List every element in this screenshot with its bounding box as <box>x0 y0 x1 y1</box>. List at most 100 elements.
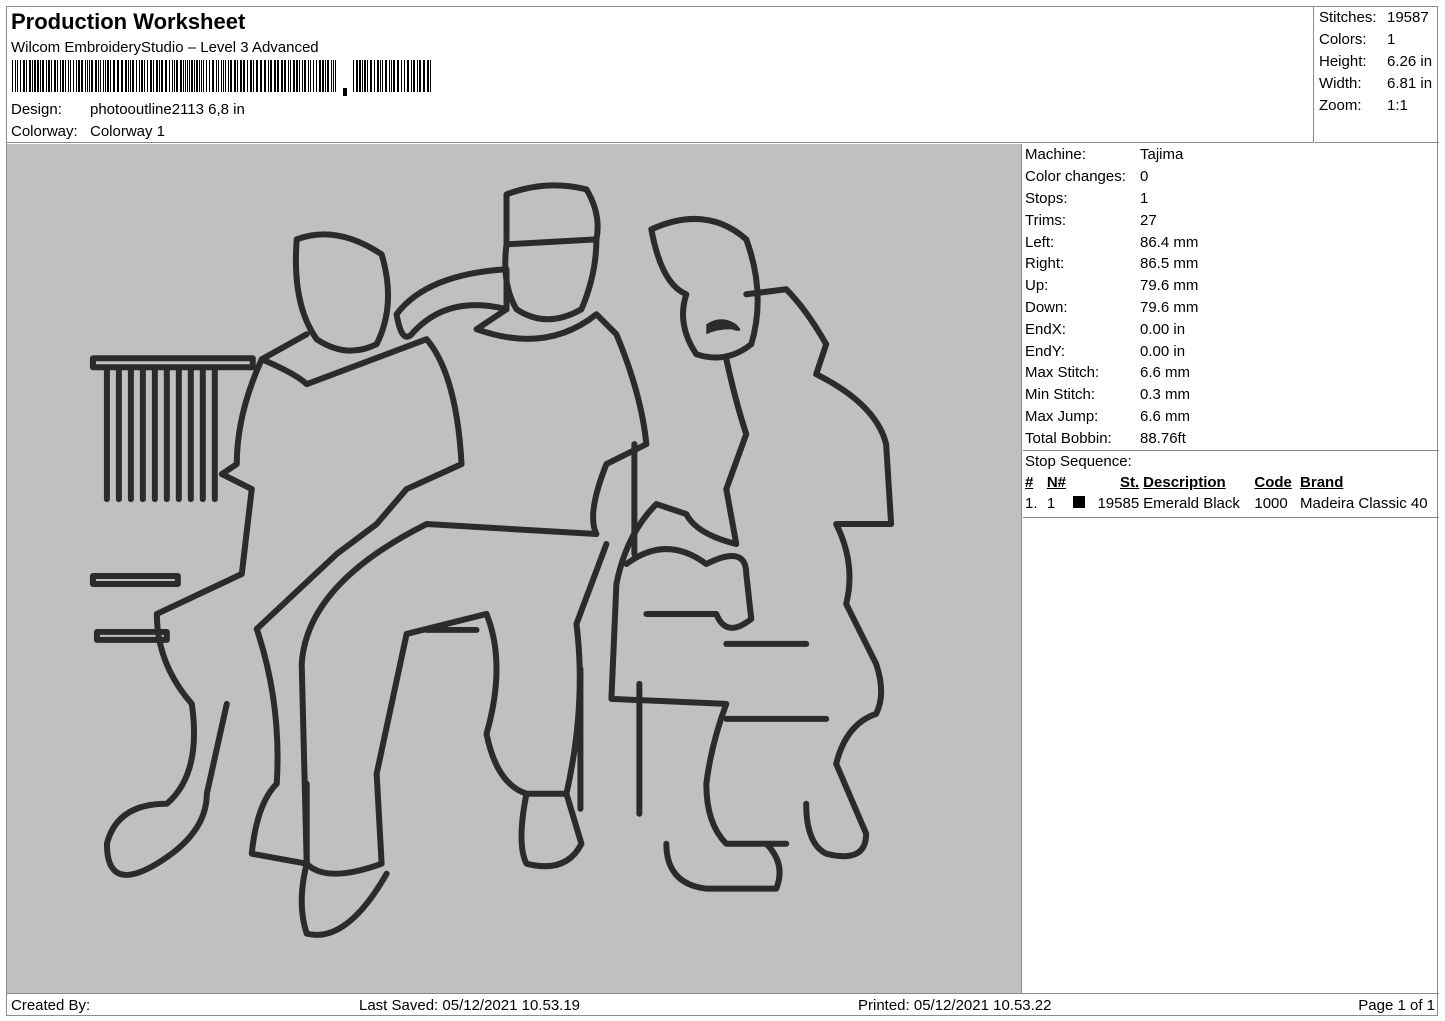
stitch-count: 19585 <box>1097 495 1140 513</box>
center-man-head <box>502 236 600 323</box>
thread-brand: Madeira Classic 40 <box>1300 495 1428 513</box>
barcode-comma <box>343 88 347 96</box>
color-swatch <box>1072 496 1085 509</box>
barcode-bar <box>130 60 131 92</box>
barcode-bar <box>212 60 214 92</box>
barcode-bar <box>153 60 154 92</box>
barcode-bar <box>78 60 80 92</box>
design-stats: Stitches: 19587 Colors: 1 Height: 6.26 in W… <box>1315 7 1439 143</box>
barcode-bar <box>110 60 111 92</box>
barcode-bar <box>364 60 366 92</box>
barcode-bar <box>141 60 143 92</box>
barcode-bar <box>313 60 314 92</box>
barcode-bar <box>367 60 368 92</box>
barcode-bar <box>196 60 198 92</box>
info-row: EndY: 0.00 in <box>1025 340 1439 362</box>
info-value: 79.6 mm <box>1140 277 1199 295</box>
barcode-bar <box>335 60 336 92</box>
stat-row: Height: 6.26 in <box>1319 51 1439 73</box>
barcode-bar <box>15 60 16 92</box>
barcode-bar <box>234 60 236 92</box>
barcode-bar <box>48 60 50 92</box>
page-title: Production Worksheet <box>11 9 246 34</box>
left-man-head <box>292 231 392 354</box>
thread-code: 1000 <box>1254 495 1288 513</box>
barcode-bar <box>89 60 90 92</box>
right-man-body <box>743 286 895 860</box>
barcode-bar <box>201 60 202 92</box>
barcode-bar <box>159 60 160 92</box>
barcode-bar <box>260 60 262 92</box>
info-label: Right: <box>1025 255 1065 273</box>
barcode-bar <box>180 60 182 92</box>
barcode-bar <box>288 60 289 92</box>
stat-value: 6.81 in <box>1387 74 1433 92</box>
right-man-shoe <box>663 840 783 892</box>
stat-row: Stitches: 19587 <box>1319 7 1439 29</box>
barcode-bar <box>333 60 334 92</box>
barcode-bar <box>156 60 158 92</box>
info-row: Stops: 1 <box>1025 188 1439 210</box>
info-label: Left: <box>1025 233 1055 251</box>
worksheet-header: Production Worksheet Wilcom EmbroiderySt… <box>7 7 1314 143</box>
barcode-bar <box>223 60 224 92</box>
design-row: Design: photooutline2113 6,8 in <box>11 101 245 118</box>
barcode-bar <box>362 60 363 92</box>
column-header: # <box>1025 474 1034 492</box>
barcode-bar <box>374 60 375 92</box>
barcode-bar <box>250 60 252 92</box>
barcode-bar <box>40 60 41 92</box>
barcode-bar <box>284 60 286 92</box>
info-value: 86.4 mm <box>1140 233 1199 251</box>
barcode-bar <box>380 60 381 92</box>
stop-sequence-title: Stop Sequence: <box>1023 450 1439 472</box>
machine-info-panel: Machine: Tajima Color changes: 0 Stops: 1 T… <box>1023 144 1439 993</box>
colorway-value: Colorway 1 <box>90 123 166 140</box>
info-label: EndY: <box>1025 342 1066 360</box>
barcode-bar <box>253 60 254 92</box>
barcode-bar <box>206 60 207 92</box>
software-name: Wilcom EmbroideryStudio – Level 3 Advanc… <box>11 39 319 56</box>
info-value: 0.00 in <box>1140 342 1186 360</box>
barcode-bar <box>331 60 332 92</box>
barcode-bar <box>183 60 184 92</box>
info-label: Total Bobbin: <box>1025 429 1112 447</box>
info-row: Min Stitch: 0.3 mm <box>1025 384 1439 406</box>
barcode-bar <box>290 60 291 92</box>
info-value: 88.76ft <box>1140 429 1186 447</box>
barcode-bar <box>296 60 298 92</box>
barcode-bar <box>32 60 33 92</box>
barcode-bar <box>308 60 309 92</box>
barcode-bar <box>256 60 258 92</box>
barcode-bar <box>187 60 188 92</box>
barcode-bar <box>423 60 425 92</box>
barcode-bar <box>216 60 217 92</box>
info-value: 79.6 mm <box>1140 298 1199 316</box>
barcode-bar <box>385 60 387 92</box>
info-value: 27 <box>1140 211 1157 229</box>
info-value: 6.6 mm <box>1140 364 1191 382</box>
column-header: Code <box>1254 474 1292 492</box>
barcode-bar <box>228 60 229 92</box>
info-value: 1 <box>1140 189 1149 207</box>
center-man-shoe-right <box>518 790 585 870</box>
stat-label: Width: <box>1319 74 1362 92</box>
info-value: 0 <box>1140 168 1149 186</box>
column-header: Description <box>1143 474 1226 492</box>
barcode-bar <box>169 60 170 92</box>
center-man-cap <box>503 182 601 248</box>
info-row: Machine: Tajima <box>1025 144 1439 166</box>
table-header: # N# St. Description Code Brand <box>1025 472 1439 493</box>
bench-seat <box>89 572 181 587</box>
barcode-bar <box>419 60 421 92</box>
info-row: Color changes: 0 <box>1025 166 1439 188</box>
barcode-bar <box>411 60 412 92</box>
barcode-bar <box>57 60 58 92</box>
right-man-mustache <box>706 319 741 335</box>
info-row: Left: 86.4 mm <box>1025 231 1439 253</box>
barcode-bar <box>230 60 232 92</box>
barcode-bar <box>218 60 219 92</box>
stat-label: Stitches: <box>1319 9 1377 27</box>
info-row: Down: 79.6 mm <box>1025 297 1439 319</box>
barcode-bar <box>81 60 83 92</box>
